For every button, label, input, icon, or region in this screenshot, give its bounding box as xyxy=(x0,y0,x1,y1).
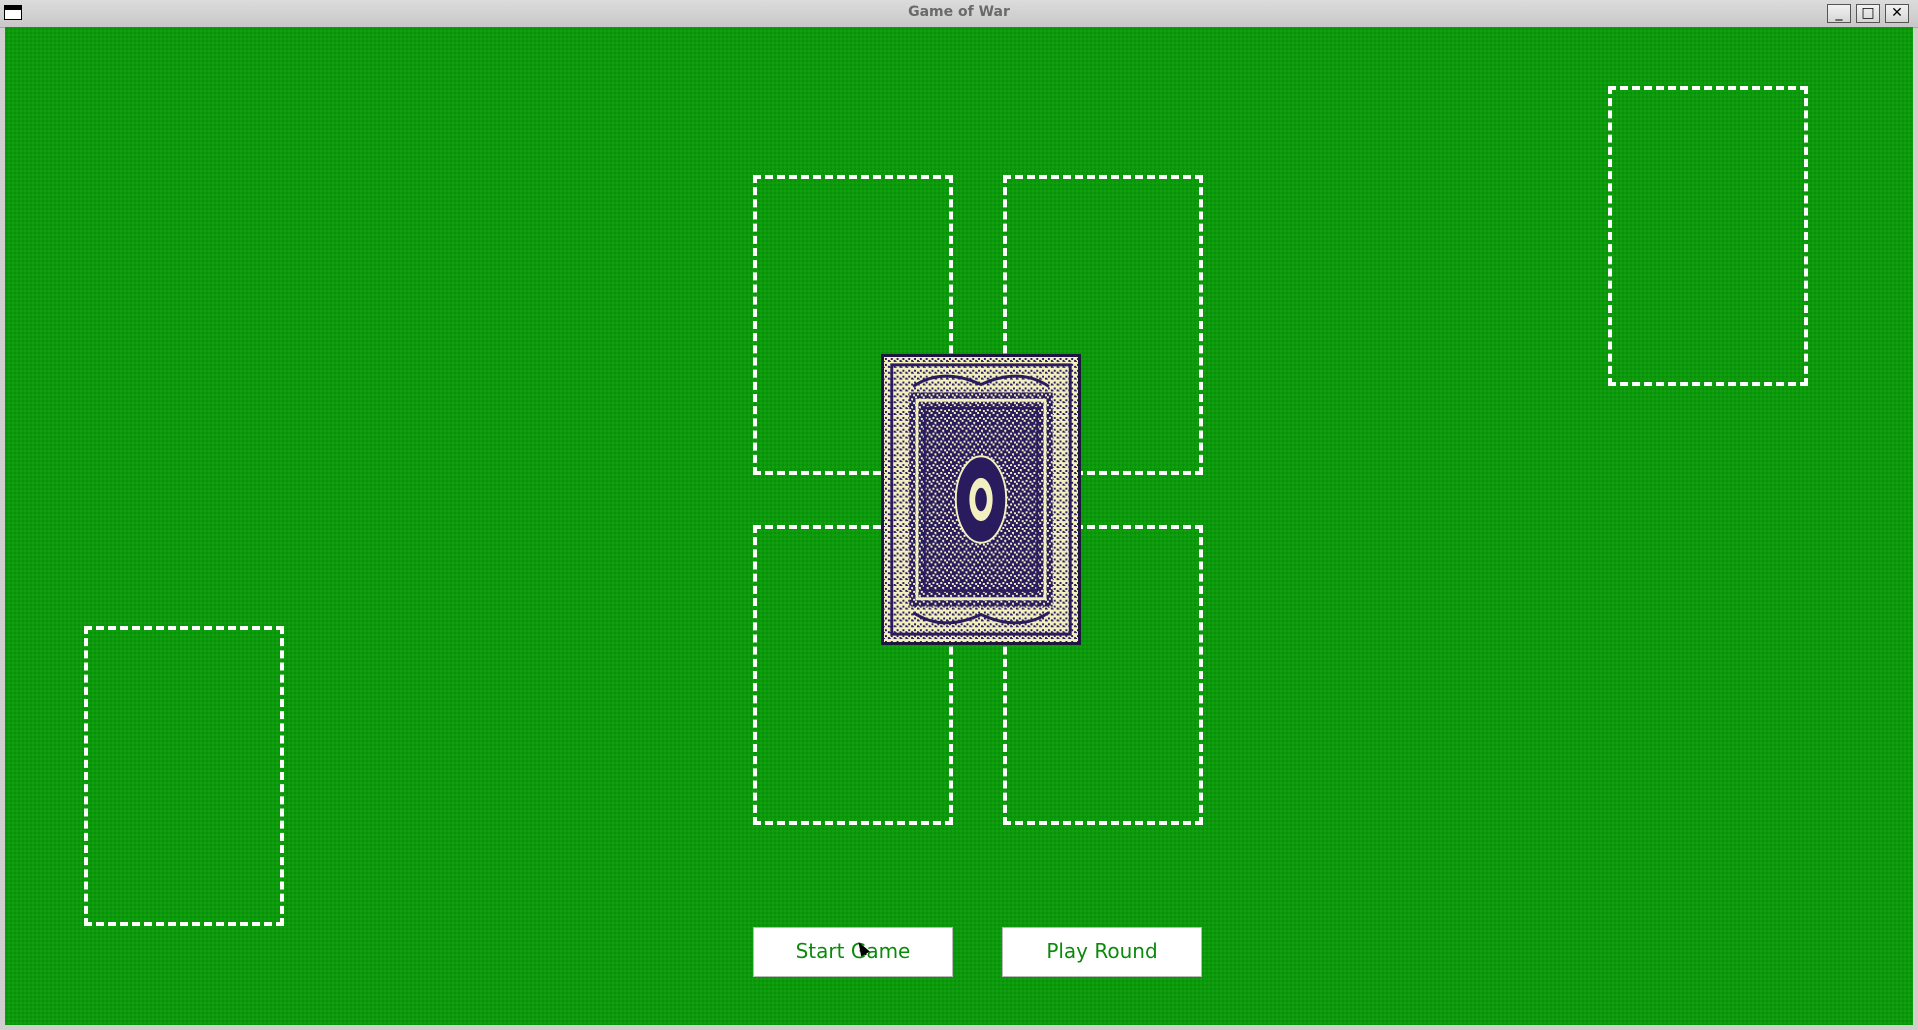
minimize-button[interactable]: _ xyxy=(1827,4,1851,23)
player-pile-slot xyxy=(84,626,284,926)
maximize-button[interactable]: □ xyxy=(1856,4,1880,23)
maximize-icon: □ xyxy=(1861,5,1875,21)
game-table: Start Game Play Round xyxy=(5,27,1913,1025)
window-title: Game of War xyxy=(908,4,1010,20)
minimize-icon: _ xyxy=(1835,5,1843,21)
close-button[interactable]: ✕ xyxy=(1885,4,1909,23)
game-window: Game of War _ □ ✕ Start Game Play Round xyxy=(0,0,1918,1030)
close-icon: ✕ xyxy=(1891,5,1903,21)
card-back-pattern xyxy=(884,357,1078,642)
opponent-pile-slot xyxy=(1608,86,1808,386)
start-game-button[interactable]: Start Game xyxy=(753,927,953,977)
deck-card-back[interactable] xyxy=(881,354,1081,645)
title-bar[interactable]: Game of War _ □ ✕ xyxy=(0,0,1918,28)
play-round-button[interactable]: Play Round xyxy=(1002,927,1202,977)
